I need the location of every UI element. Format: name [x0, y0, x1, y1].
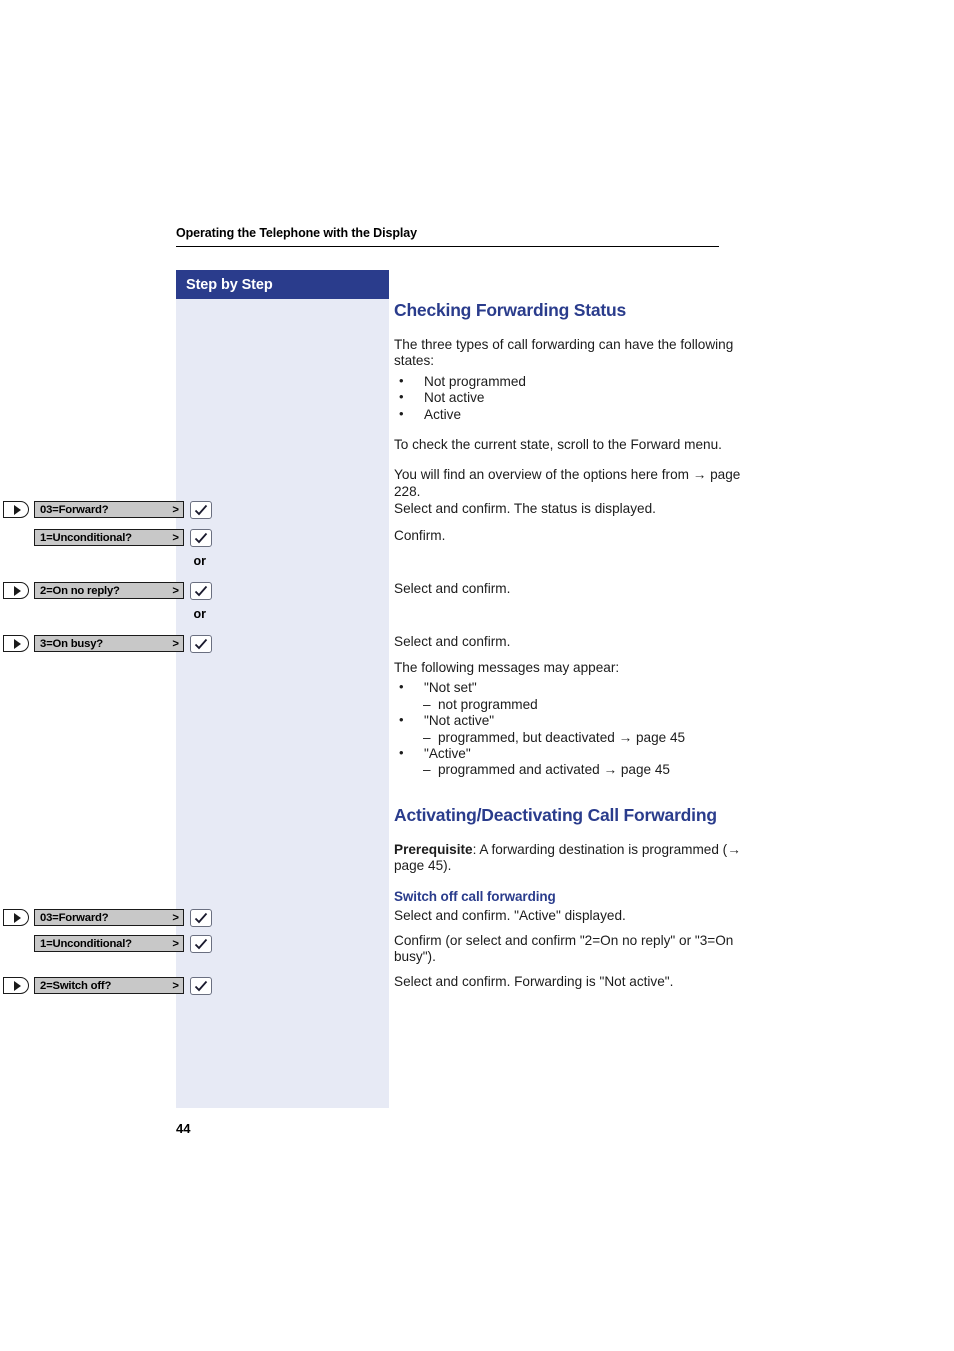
- confirm-key-icon[interactable]: [190, 976, 212, 995]
- confirm-key-icon[interactable]: [190, 581, 212, 600]
- display-key-label: 03=Forward?: [40, 911, 109, 924]
- step-annotation: Select and confirm.: [394, 581, 511, 596]
- chevron-right-icon: >: [172, 937, 179, 950]
- forwarding-states-intro: The three types of call forwarding can h…: [394, 337, 734, 369]
- list-item: "Not active": [394, 712, 754, 729]
- step-annotation: Select and confirm. The status is displa…: [394, 501, 656, 516]
- display-key-03-forward-2[interactable]: 03=Forward? >: [34, 909, 184, 926]
- step-row[interactable]: 1=Unconditional? >: [0, 934, 213, 953]
- messages-and-activation-block: The following messages may appear: "Not …: [394, 660, 754, 918]
- chevron-right-icon: >: [172, 584, 179, 597]
- display-key-label: 03=Forward?: [40, 503, 109, 516]
- scroll-key-icon[interactable]: [3, 977, 29, 994]
- display-key-label: 2=On no reply?: [40, 584, 120, 597]
- step-row[interactable]: 03=Forward? >: [0, 908, 213, 927]
- main-content: Checking Forwarding Status The three typ…: [394, 300, 754, 514]
- forwarding-states-list: Not programmed Not active Active: [394, 373, 754, 423]
- list-item: "Active": [394, 745, 754, 762]
- scroll-key-icon[interactable]: [3, 909, 29, 926]
- list-item: Not active: [394, 389, 754, 406]
- running-header: Operating the Telephone with the Display: [176, 226, 719, 247]
- confirm-key-icon[interactable]: [190, 500, 212, 519]
- step-row[interactable]: 2=On no reply? >: [0, 581, 213, 600]
- display-key-2-switch-off[interactable]: 2=Switch off? >: [34, 977, 184, 994]
- or-label: or: [193, 607, 207, 621]
- chevron-right-icon: >: [172, 637, 179, 650]
- scroll-key-icon[interactable]: [3, 582, 29, 599]
- list-item: Not programmed: [394, 373, 754, 390]
- list-item: Active: [394, 406, 754, 423]
- or-label: or: [193, 554, 207, 568]
- messages-list: "Not set" not programmed "Not active" pr…: [394, 679, 754, 779]
- display-key-label: 3=On busy?: [40, 637, 103, 650]
- display-key-1-unconditional[interactable]: 1=Unconditional? >: [34, 529, 184, 546]
- check-current-state-text: To check the current state, scroll to th…: [394, 437, 722, 453]
- step-annotation: Select and confirm. "Active" displayed.: [394, 908, 626, 923]
- step-annotation: Select and confirm.: [394, 634, 511, 649]
- list-item-detail: not programmed: [394, 697, 754, 714]
- step-by-step-title: Step by Step: [186, 276, 273, 293]
- step-row[interactable]: 03=Forward? >: [0, 500, 213, 519]
- chevron-right-icon: >: [172, 531, 179, 544]
- confirm-key-icon[interactable]: [190, 908, 212, 927]
- prerequisite-text: Prerequisite: A forwarding destination i…: [394, 842, 754, 875]
- page-number: 44: [176, 1121, 191, 1136]
- header-rule: [176, 246, 719, 247]
- step-row[interactable]: 2=Switch off? >: [0, 976, 213, 995]
- list-item: "Not set": [394, 679, 754, 696]
- display-key-label: 1=Unconditional?: [40, 937, 132, 950]
- messages-intro: The following messages may appear:: [394, 660, 620, 675]
- step-by-step-header: Step by Step: [176, 270, 389, 299]
- section-title-activating-deactivating-call-forwarding: Activating/Deactivating Call Forwarding: [394, 804, 717, 825]
- display-key-1-unconditional-2[interactable]: 1=Unconditional? >: [34, 935, 184, 952]
- no-key-placeholder: [3, 529, 29, 546]
- step-row[interactable]: 3=On busy? >: [0, 634, 213, 653]
- step-annotation: Confirm (or select and confirm "2=On no …: [394, 933, 734, 965]
- chevron-right-icon: >: [172, 911, 179, 924]
- display-key-03-forward[interactable]: 03=Forward? >: [34, 501, 184, 518]
- chevron-right-icon: >: [172, 503, 179, 516]
- list-item-detail: programmed and activated → page 45: [394, 762, 754, 779]
- display-key-label: 1=Unconditional?: [40, 531, 132, 544]
- list-item-detail: programmed, but deactivated → page 45: [394, 730, 754, 747]
- confirm-key-icon[interactable]: [190, 634, 212, 653]
- subtitle-switch-off-call-forwarding: Switch off call forwarding: [394, 888, 556, 904]
- display-key-label: 2=Switch off?: [40, 979, 112, 992]
- display-key-2-on-no-reply[interactable]: 2=On no reply? >: [34, 582, 184, 599]
- display-key-3-on-busy[interactable]: 3=On busy? >: [34, 635, 184, 652]
- section-title-checking-forwarding-status: Checking Forwarding Status: [394, 300, 627, 320]
- options-overview-text: You will find an overview of the options…: [394, 467, 741, 499]
- confirm-key-icon[interactable]: [190, 528, 212, 547]
- scroll-key-icon[interactable]: [3, 501, 29, 518]
- scroll-key-icon[interactable]: [3, 635, 29, 652]
- step-annotation: Select and confirm. Forwarding is "Not a…: [394, 974, 674, 989]
- no-key-placeholder: [3, 935, 29, 952]
- step-annotation: Confirm.: [394, 528, 446, 543]
- confirm-key-icon[interactable]: [190, 934, 212, 953]
- chevron-right-icon: >: [172, 979, 179, 992]
- step-row[interactable]: 1=Unconditional? >: [0, 528, 213, 547]
- running-head-text: Operating the Telephone with the Display: [176, 226, 417, 240]
- prerequisite-label: Prerequisite: [394, 841, 473, 857]
